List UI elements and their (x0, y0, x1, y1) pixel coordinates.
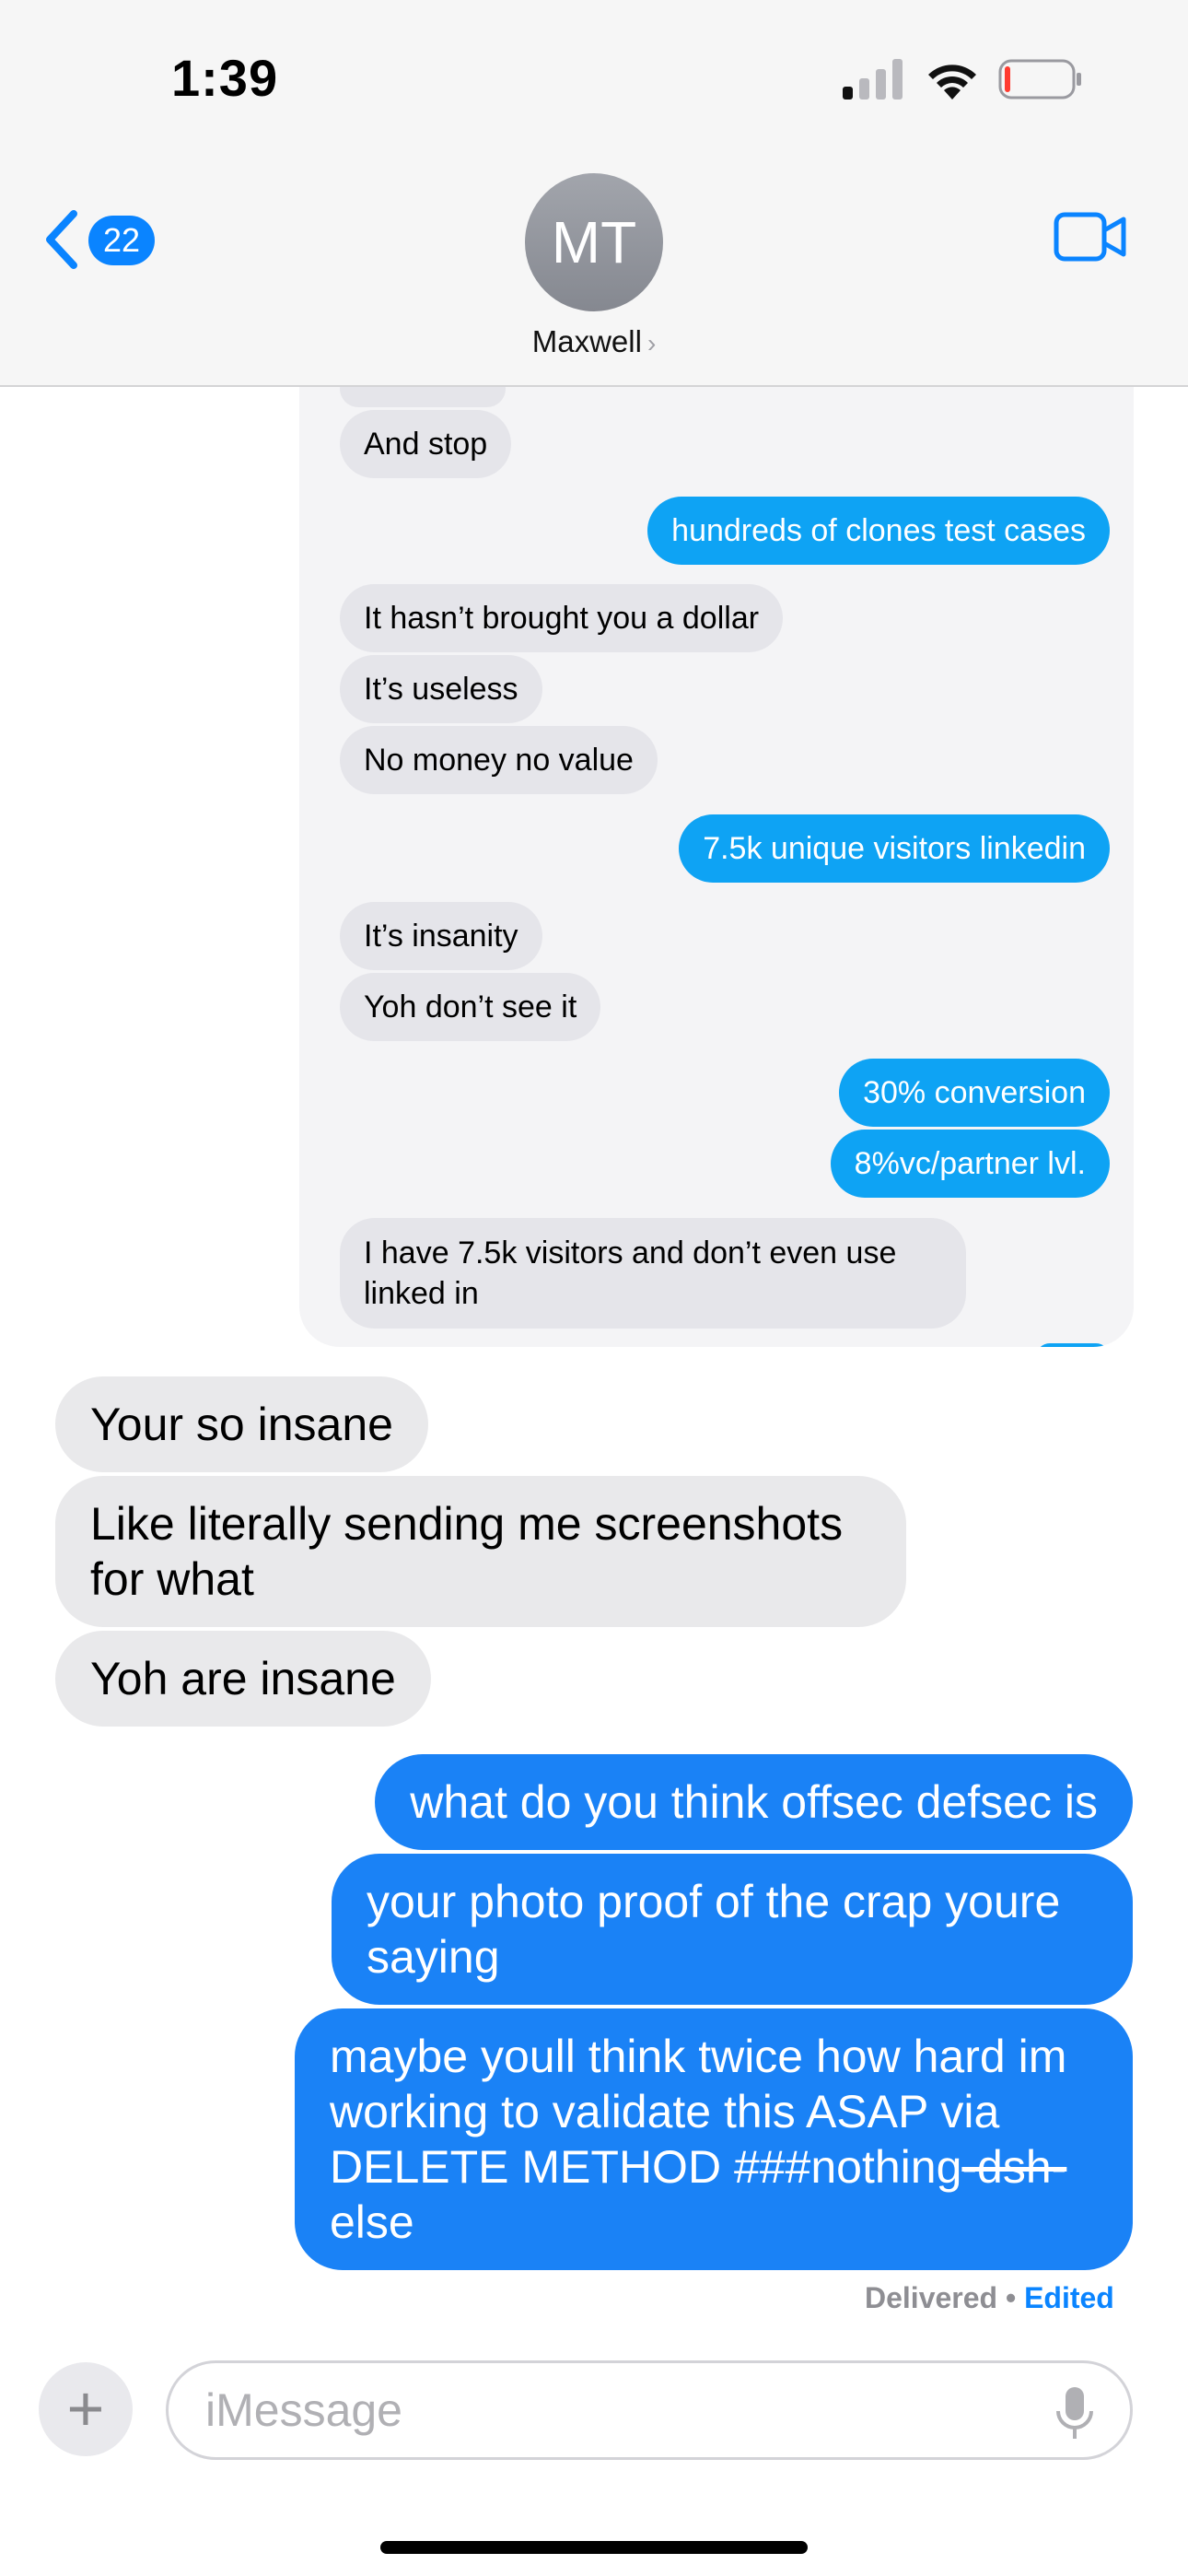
shot-message: Yoh don’t see it (340, 973, 601, 1041)
shot-message: 7.5k unique visitors linkedin (679, 814, 1110, 883)
message-input[interactable]: iMessage (166, 2360, 1133, 2460)
partial-bubble (340, 385, 506, 407)
avatar[interactable]: MT (525, 173, 663, 311)
sent-message[interactable]: maybe youll think twice how hard im work… (295, 2008, 1133, 2270)
chevron-right-icon: › (646, 329, 657, 357)
shot-message: 8%vc/partner lvl. (830, 1130, 1110, 1198)
shot-message: 30% conversion (839, 1059, 1110, 1127)
screenshot-image[interactable]: And stop hundreds of clones test cases I… (299, 385, 1134, 1347)
status-separator: • (997, 2281, 1025, 2314)
delivered-label: Delivered (865, 2281, 998, 2314)
chevron-left-icon (46, 210, 77, 269)
shot-message: I have 7.5k visitors and don’t even use … (340, 1218, 966, 1329)
video-camera-icon[interactable] (1054, 210, 1127, 263)
conversation-header: 1:39 22 MT Maxwell › (0, 0, 1188, 387)
shot-message: It hasn’t brought you a dollar (340, 584, 784, 652)
received-message[interactable]: Yoh are insane (55, 1631, 431, 1727)
sent-message[interactable]: your photo proof of the crap youre sayin… (332, 1854, 1133, 2005)
delivery-status: Delivered • Edited (865, 2281, 1114, 2315)
unread-count-badge[interactable]: 22 (88, 216, 155, 265)
struck-text: -dsh- (961, 2141, 1067, 2193)
partial-bubble (1036, 1343, 1110, 1347)
contact-name: Maxwell (531, 324, 642, 358)
cellular-signal-icon (843, 59, 903, 100)
sent-message[interactable]: what do you think offsec defsec is (375, 1754, 1133, 1850)
shot-message: It’s insanity (340, 902, 542, 970)
add-attachment-button[interactable]: + (39, 2362, 133, 2456)
shot-message: And stop (340, 410, 512, 478)
shot-message: It’s useless (340, 655, 542, 723)
message-text: maybe youll think twice how hard im work… (330, 2031, 1067, 2193)
received-message[interactable]: Like literally sending me screenshots fo… (55, 1476, 906, 1627)
microphone-icon[interactable] (1053, 2385, 1097, 2441)
message-text: else (330, 2196, 414, 2248)
battery-icon (998, 59, 1081, 100)
edited-link[interactable]: Edited (1024, 2281, 1114, 2314)
contact-name-button[interactable]: Maxwell › (479, 324, 709, 359)
home-indicator[interactable] (380, 2541, 808, 2554)
shot-message: No money no value (340, 726, 658, 794)
message-placeholder: iMessage (205, 2384, 402, 2436)
status-time: 1:39 (171, 49, 279, 107)
shot-message: hundreds of clones test cases (647, 497, 1110, 565)
wifi-icon (928, 64, 976, 100)
received-message[interactable]: Your so insane (55, 1376, 428, 1472)
